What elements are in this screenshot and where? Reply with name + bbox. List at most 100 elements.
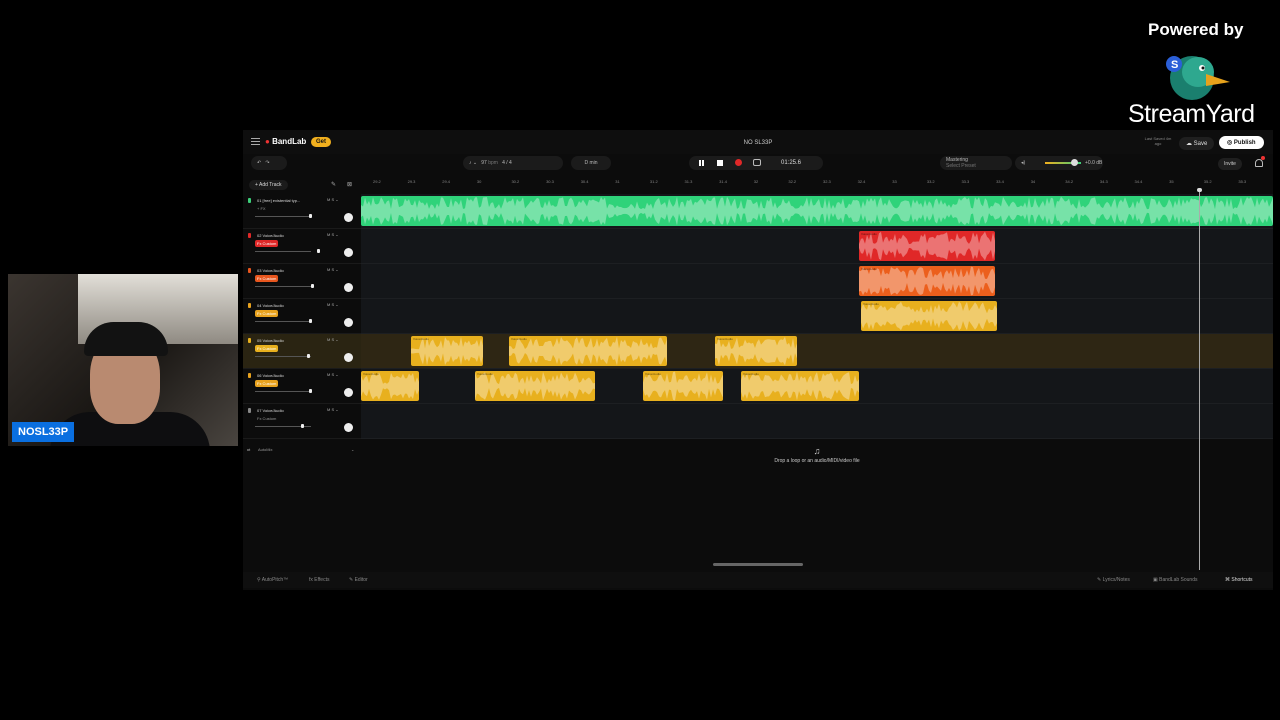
mute-solo-buttons[interactable]: M S ⌄: [327, 197, 339, 202]
track-name[interactable]: 01 [free] existential typ...: [257, 198, 317, 203]
fader-knob[interactable]: [301, 424, 304, 428]
autopitch-label: AutoPitch™: [261, 577, 289, 583]
fader-knob[interactable]: [309, 319, 312, 323]
audio-clip[interactable]: Voice/Audio: [411, 336, 483, 366]
fader-knob[interactable]: [307, 354, 310, 358]
pan-knob[interactable]: [344, 318, 353, 327]
tempo-control[interactable]: ♪ ⌄ 97 bpm 4 / 4: [463, 156, 563, 170]
track-volume-fader[interactable]: [255, 319, 312, 323]
track-fx-badge[interactable]: Fx Custom: [255, 310, 279, 317]
track-fx-badge[interactable]: Fx Custom: [255, 380, 279, 387]
volume-slider-knob[interactable]: [1071, 159, 1078, 166]
tools-icon[interactable]: ⊠: [347, 181, 352, 188]
track-lanes[interactable]: Voice/Audio Voice/Audio Voice/Audio Voice/A…: [361, 194, 1273, 439]
automix-row[interactable]: ⇄ AutoMix ⌄: [243, 444, 361, 456]
track-header[interactable]: 07 Voice/Audio Fx Custom M S ⌄: [243, 404, 361, 439]
track-lane[interactable]: Voice/Audio Voice/Audio Voice/Audio Voice/A…: [361, 369, 1273, 404]
save-button[interactable]: ☁ Save: [1179, 137, 1215, 150]
track-lane[interactable]: Voice/Audio Voice/Audio Voice/Audio: [361, 334, 1273, 369]
track-lane[interactable]: [361, 194, 1273, 229]
audio-clip[interactable]: [361, 196, 1273, 226]
track-header[interactable]: 06 Voice/Audio Fx Custom M S ⌄: [243, 369, 361, 404]
pan-knob[interactable]: [344, 353, 353, 362]
fader-knob[interactable]: [309, 214, 312, 218]
track-name[interactable]: 04 Voice/Audio: [257, 303, 317, 308]
chevron-down-icon[interactable]: ⌄: [351, 447, 354, 452]
horizontal-scrollbar[interactable]: [713, 563, 803, 566]
audio-clip[interactable]: Voice/Audio: [509, 336, 667, 366]
mute-solo-buttons[interactable]: M S ⌄: [327, 337, 339, 342]
track-header[interactable]: 04 Voice/Audio Fx Custom M S ⌄: [243, 299, 361, 334]
fader-knob[interactable]: [309, 389, 312, 393]
audio-clip[interactable]: Voice/Audio: [741, 371, 859, 401]
autopitch-button[interactable]: ⚲ AutoPitch™: [257, 577, 288, 583]
publish-button[interactable]: ◎ Publish: [1219, 136, 1264, 149]
mute-solo-buttons[interactable]: M S ⌄: [327, 407, 339, 412]
track-fx-badge[interactable]: Fx Custom: [255, 345, 279, 352]
drop-zone[interactable]: ♫ Drop a loop or an audio/MIDI/video fil…: [361, 446, 1273, 476]
track-volume-fader[interactable]: [255, 424, 311, 428]
invite-button[interactable]: Invite: [1218, 158, 1242, 170]
mute-solo-buttons[interactable]: M S ⌄: [327, 372, 339, 377]
track-name[interactable]: 03 Voice/Audio: [257, 268, 317, 273]
shortcuts-button[interactable]: ⌘ Shortcuts: [1225, 577, 1253, 583]
record-icon[interactable]: [735, 159, 742, 166]
pause-icon[interactable]: [699, 160, 704, 166]
track-fx-badge[interactable]: Fx Custom: [255, 240, 279, 247]
pan-knob[interactable]: [344, 423, 353, 432]
toolbar: ↶ ↷ ♪ ⌄ 97 bpm 4 / 4 D min 01:25.6 Maste…: [243, 154, 1273, 174]
add-track-button[interactable]: + Add Track: [249, 180, 288, 190]
track-name[interactable]: 07 Voice/Audio: [257, 408, 317, 413]
track-lane[interactable]: Voice/Audio: [361, 229, 1273, 264]
track-fx-badge[interactable]: Fx Custom: [255, 275, 279, 282]
timeline-ruler[interactable]: 29.2 29.3 29.4 30 30.2 30.3 30.4 31 31.2 31.3 31.4…: [361, 176, 1273, 190]
pan-knob[interactable]: [344, 283, 353, 292]
audio-clip[interactable]: Voice/Audio: [859, 231, 995, 261]
track-volume-fader[interactable]: [255, 214, 312, 218]
track-volume-fader[interactable]: [255, 354, 311, 358]
track-fx-badge[interactable]: Fx Custom: [255, 415, 278, 422]
bandlab-sounds-button[interactable]: ▣ BandLab Sounds: [1153, 577, 1198, 583]
audio-clip[interactable]: Voice/Audio: [643, 371, 723, 401]
track-header[interactable]: 03 Voice/Audio Fx Custom M S ⌄: [243, 264, 361, 299]
mute-solo-buttons[interactable]: M S ⌄: [327, 267, 339, 272]
key-selector[interactable]: D min: [571, 156, 611, 170]
track-volume-fader[interactable]: [255, 284, 314, 288]
track-volume-fader[interactable]: [255, 389, 312, 393]
track-lane[interactable]: Voice/Audio: [361, 299, 1273, 334]
undo-redo-group[interactable]: ↶ ↷: [251, 156, 287, 170]
track-volume-fader[interactable]: [255, 249, 320, 253]
track-lane[interactable]: Voice/Audio: [361, 264, 1273, 299]
fader-knob[interactable]: [311, 284, 314, 288]
playhead[interactable]: [1199, 192, 1200, 570]
mastering-selector[interactable]: Mastering Select Preset: [940, 156, 1012, 170]
editor-button[interactable]: ✎ Editor: [349, 577, 368, 583]
pan-knob[interactable]: [344, 388, 353, 397]
project-title[interactable]: NO SL33P: [243, 140, 1273, 146]
loop-icon[interactable]: [753, 159, 761, 166]
effects-button[interactable]: fx Effects: [309, 577, 329, 583]
track-name[interactable]: 05 Voice/Audio: [257, 338, 317, 343]
track-header[interactable]: 02 Voice/Audio Fx Custom M S ⌄: [243, 229, 361, 264]
fader-knob[interactable]: [317, 249, 320, 253]
mute-solo-buttons[interactable]: M S ⌄: [327, 232, 339, 237]
audio-clip[interactable]: Voice/Audio: [715, 336, 797, 366]
mute-solo-buttons[interactable]: M S ⌄: [327, 302, 339, 307]
track-fx-badge[interactable]: + FX: [255, 205, 268, 212]
notification-bell-icon[interactable]: [1255, 159, 1263, 167]
audio-clip[interactable]: Voice/Audio: [361, 371, 419, 401]
pan-knob[interactable]: [344, 248, 353, 257]
stop-icon[interactable]: [717, 160, 723, 166]
track-lane[interactable]: [361, 404, 1273, 439]
audio-clip[interactable]: Voice/Audio: [861, 301, 997, 331]
track-header[interactable]: 05 Voice/Audio Fx Custom M S ⌄: [243, 334, 361, 369]
track-header[interactable]: 01 [free] existential typ... + FX M S ⌄: [243, 194, 361, 229]
master-volume[interactable]: ◂) +0.0 dB: [1015, 156, 1103, 170]
lyrics-notes-button[interactable]: ✎ Lyrics/Notes: [1097, 577, 1130, 583]
pencil-icon[interactable]: ✎: [331, 181, 336, 188]
pan-knob[interactable]: [344, 213, 353, 222]
audio-clip[interactable]: Voice/Audio: [859, 266, 995, 296]
audio-clip[interactable]: Voice/Audio: [475, 371, 595, 401]
track-name[interactable]: 06 Voice/Audio: [257, 373, 317, 378]
track-name[interactable]: 02 Voice/Audio: [257, 233, 317, 238]
